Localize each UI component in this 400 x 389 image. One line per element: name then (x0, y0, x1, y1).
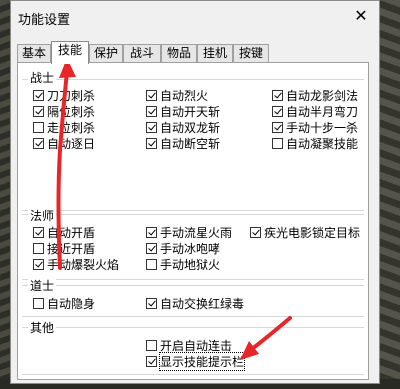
checkbox-box[interactable] (272, 138, 283, 149)
checkbox-box[interactable] (272, 106, 283, 117)
checkbox-box[interactable] (146, 138, 157, 149)
checkbox-box[interactable] (146, 106, 157, 117)
checkbox-box[interactable] (33, 298, 44, 309)
title-bar[interactable]: 功能设置 ✕ (11, 1, 379, 31)
checkbox-mage-6[interactable]: 手动地狱火 (146, 256, 220, 273)
checkbox-warrior-9[interactable]: 自动龙影剑法 (272, 87, 358, 104)
checkbox-mage-5[interactable]: 手动冰咆哮 (146, 240, 220, 257)
window-title: 功能设置 (18, 13, 71, 28)
checkbox-mage-4[interactable]: 手动流星火雨 (146, 224, 232, 241)
checkbox-mage-3[interactable]: 手动爆裂火焰 (33, 256, 119, 273)
checkbox-box[interactable] (146, 356, 157, 367)
checkbox-warrior-2[interactable]: 隔位刺杀 (33, 103, 95, 120)
checkbox-mage-2[interactable]: 接近开盾 (33, 240, 95, 257)
game-background-right (378, 0, 400, 389)
checkbox-box[interactable] (146, 243, 157, 254)
checkbox-taoist-2[interactable]: 自动交换红绿毒 (146, 295, 244, 312)
checkbox-box[interactable] (33, 90, 44, 101)
checkbox-box[interactable] (146, 340, 157, 351)
other-group-title: 其他 (28, 319, 57, 336)
checkbox-box[interactable] (250, 227, 261, 238)
checkbox-box[interactable] (33, 138, 44, 149)
checkbox-warrior-1[interactable]: 刀刀刺杀 (33, 87, 95, 104)
checkbox-box[interactable] (146, 298, 157, 309)
tab-keys[interactable]: 按键 (233, 44, 269, 62)
checkbox-warrior-7[interactable]: 自动双龙斩 (146, 119, 220, 136)
checkbox-box[interactable] (272, 122, 283, 133)
tab-protect[interactable]: 保护 (89, 44, 123, 62)
checkbox-box[interactable] (33, 259, 44, 270)
tab-auto[interactable]: 挂机 (197, 44, 233, 62)
skills-panel: 战士 刀刀刺杀 隔位刺杀 走位刺杀 自动逐日 自动烈火 自动开天斩 自动双龙斩 … (17, 62, 369, 380)
checkbox-warrior-4[interactable]: 自动逐日 (33, 135, 95, 152)
tab-basic[interactable]: 基本 (17, 44, 51, 62)
checkbox-warrior-3[interactable]: 走位刺杀 (33, 119, 95, 136)
checkbox-box[interactable] (146, 122, 157, 133)
checkbox-warrior-8[interactable]: 自动断空斩 (146, 135, 220, 152)
checkbox-box[interactable] (146, 90, 157, 101)
checkbox-box[interactable] (272, 90, 283, 101)
settings-dialog: 功能设置 ✕ 基本 技能 保护 战斗 物品 挂机 按键 战士 刀刀刺杀 隔位刺杀… (10, 0, 380, 384)
tab-skills[interactable]: 技能 (51, 41, 89, 64)
checkbox-warrior-5[interactable]: 自动烈火 (146, 87, 208, 104)
checkbox-taoist-1[interactable]: 自动隐身 (33, 295, 95, 312)
checkbox-box[interactable] (146, 227, 157, 238)
warrior-group-title: 战士 (28, 69, 57, 86)
mage-group-title: 法师 (28, 207, 57, 224)
checkbox-box[interactable] (146, 259, 157, 270)
checkbox-warrior-6[interactable]: 自动开天斩 (146, 103, 220, 120)
checkbox-warrior-12[interactable]: 自动凝聚技能 (272, 135, 358, 152)
checkbox-other-2[interactable]: 显示技能提示栏 (146, 352, 246, 371)
tab-combat[interactable]: 战斗 (123, 44, 161, 62)
close-button[interactable]: ✕ (348, 6, 374, 26)
checkbox-other-1[interactable]: 开启自动连击 (146, 337, 232, 354)
checkbox-mage-7[interactable]: 疾光电影锁定目标 (250, 224, 360, 241)
checkbox-box[interactable] (33, 106, 44, 117)
checkbox-mage-1[interactable]: 自动开盾 (33, 224, 95, 241)
checkbox-box[interactable] (33, 122, 44, 133)
checkbox-warrior-10[interactable]: 自动半月弯刀 (272, 103, 358, 120)
checkbox-box[interactable] (33, 227, 44, 238)
checkbox-box[interactable] (33, 243, 44, 254)
checkbox-warrior-11[interactable]: 手动十步一杀 (272, 119, 358, 136)
taoist-group-title: 道士 (28, 277, 57, 294)
tab-items[interactable]: 物品 (161, 44, 197, 62)
